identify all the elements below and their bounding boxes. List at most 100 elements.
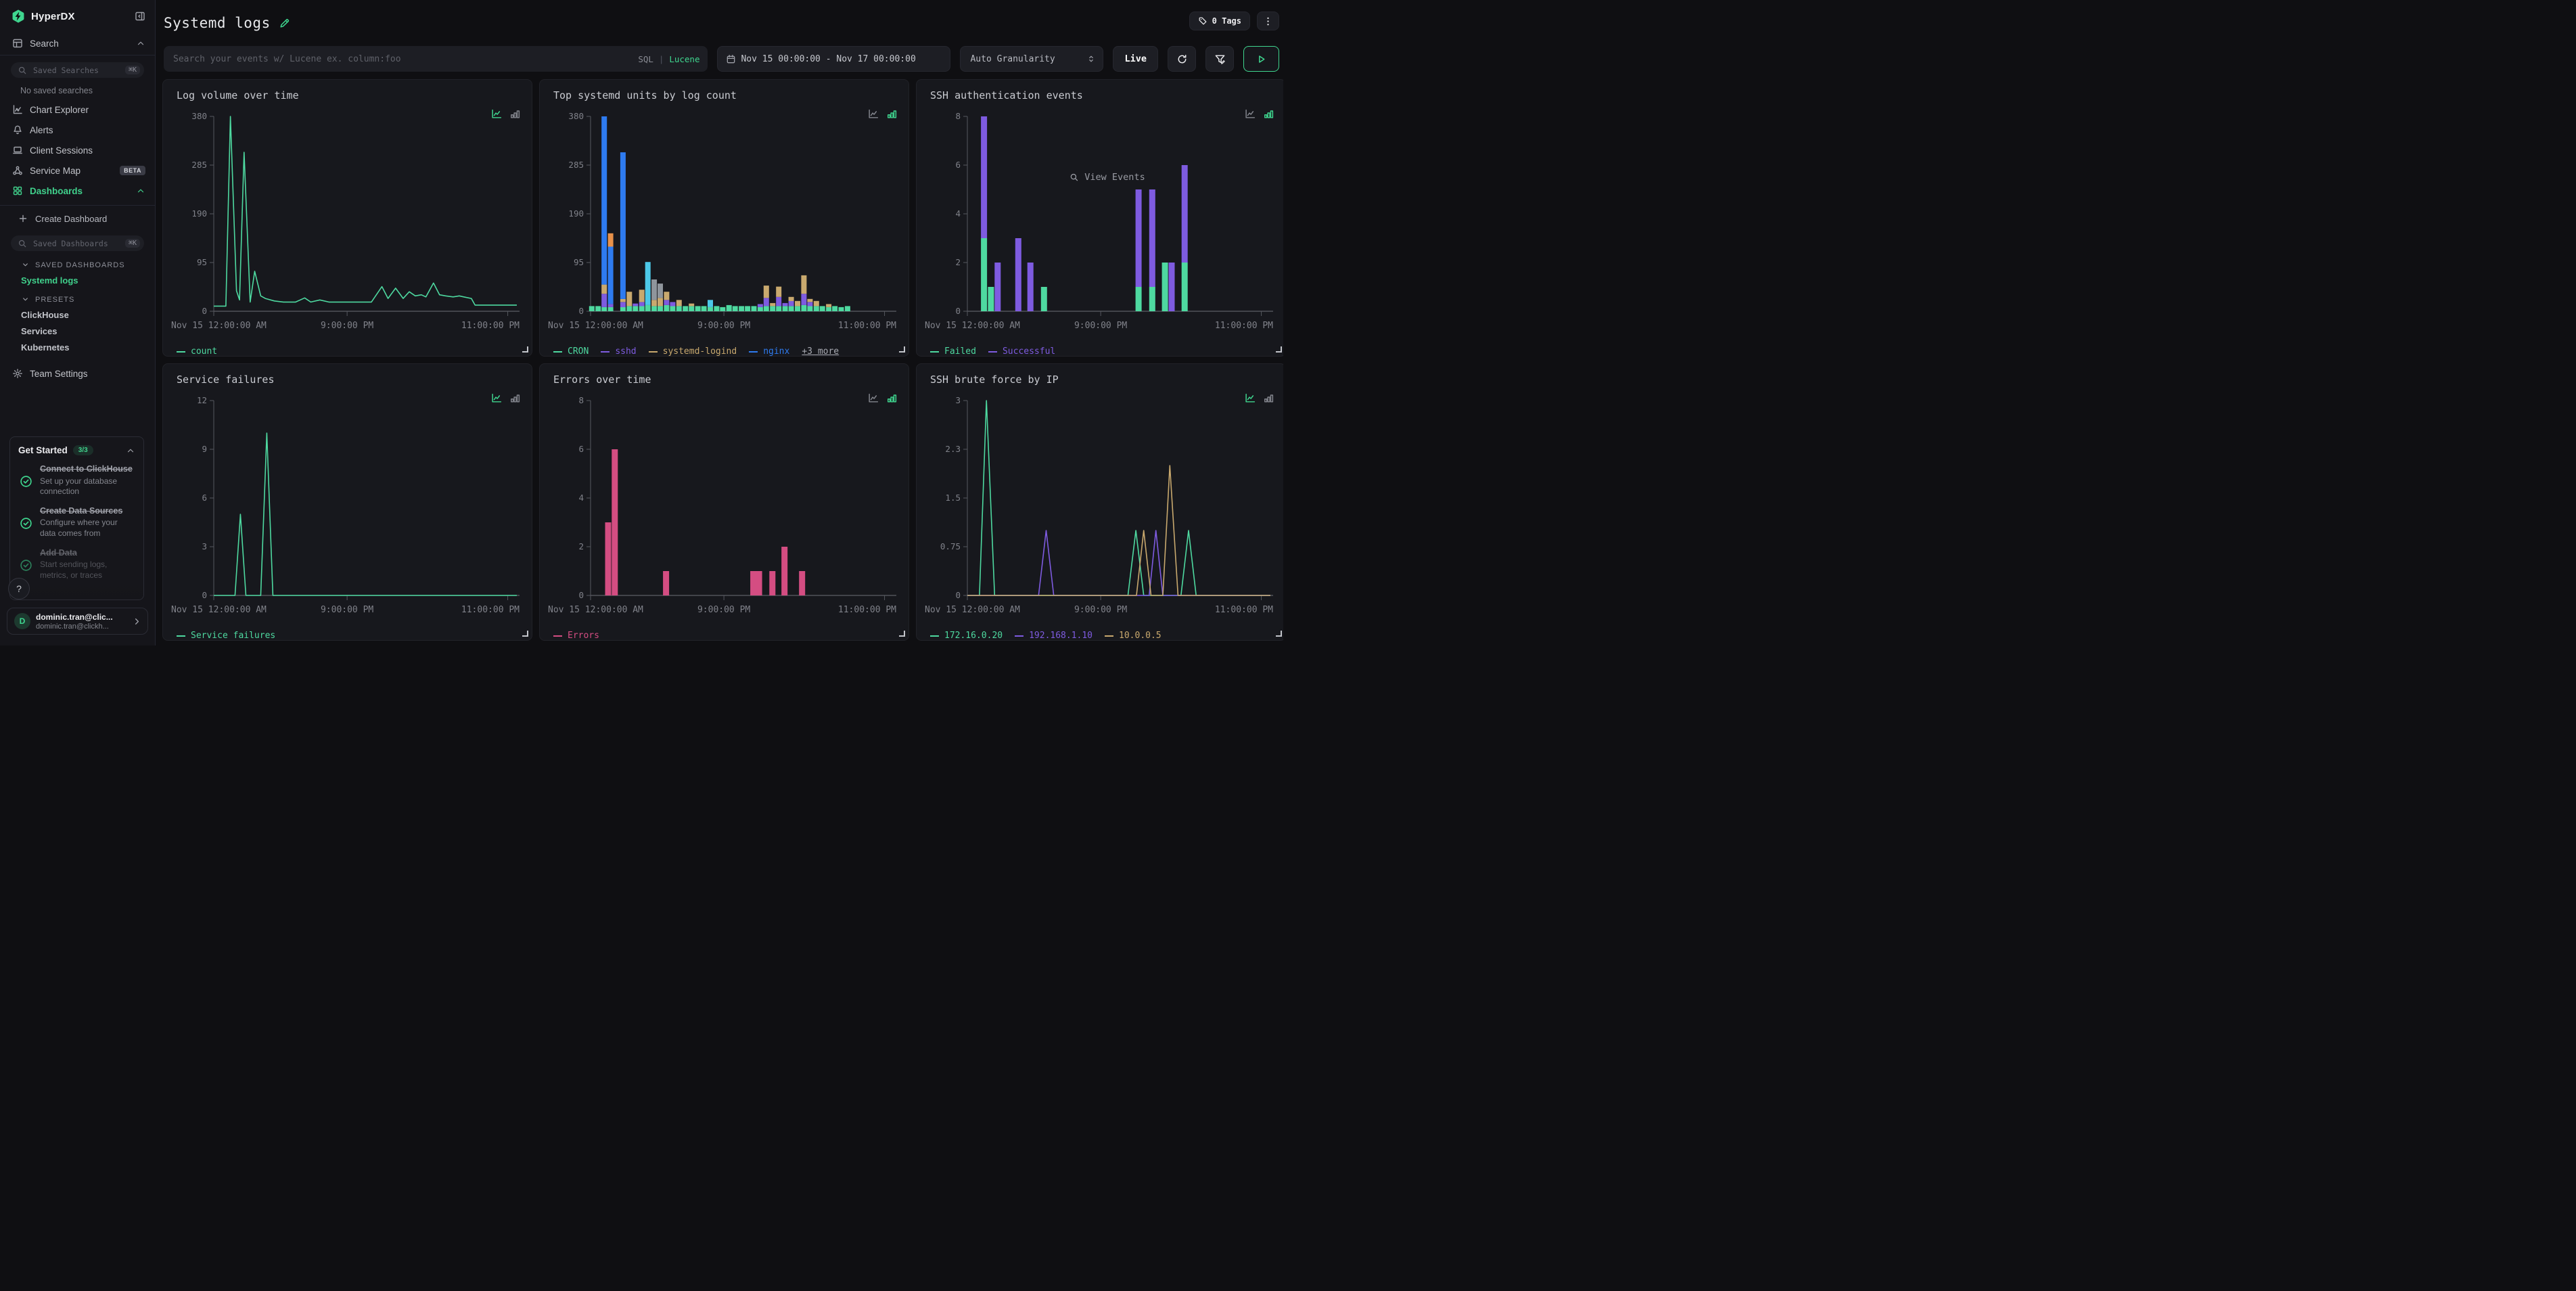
chart-plot-area[interactable]: 380285190950Nov 15 12:00:00 AM9:00:00 PM… <box>177 111 520 336</box>
chart-svg[interactable]: 86420Nov 15 12:00:00 AM9:00:00 PM11:00:0… <box>930 111 1273 336</box>
granularity-select[interactable]: Auto Granularity <box>960 46 1103 72</box>
bar-chart-toggle-icon[interactable] <box>886 108 898 122</box>
collapse-sidebar-icon[interactable] <box>135 11 145 22</box>
legend-item-172-16-0-20[interactable]: 172.16.0.20 <box>930 631 1003 641</box>
beta-badge: BETA <box>120 166 145 175</box>
preset-clickhouse[interactable]: ClickHouse <box>0 304 155 320</box>
filter-button[interactable] <box>1205 46 1234 72</box>
legend-item-failed[interactable]: Failed <box>930 346 976 357</box>
chart-plot-area[interactable]: 32.31.50.750Nov 15 12:00:00 AM9:00:00 PM… <box>930 395 1273 620</box>
bar-chart-toggle-icon[interactable] <box>1263 392 1274 406</box>
get-started-item[interactable]: Connect to ClickHouseSet up your databas… <box>18 464 135 497</box>
preset-kubernetes[interactable]: Kubernetes <box>0 336 155 353</box>
legend-label: CRON <box>568 346 589 357</box>
legend-item-192-168-1-10[interactable]: 192.168.1.10 <box>1015 631 1092 641</box>
svg-text:6: 6 <box>202 493 207 503</box>
run-query-button[interactable] <box>1243 46 1279 72</box>
sidebar-item-service-map[interactable]: Service MapBETA <box>0 160 155 181</box>
chart-svg[interactable]: 86420Nov 15 12:00:00 AM9:00:00 PM11:00:0… <box>553 395 896 620</box>
chart-plot-area[interactable]: 129630Nov 15 12:00:00 AM9:00:00 PM11:00:… <box>177 395 520 620</box>
chart-plot-area[interactable]: 380285190950Nov 15 12:00:00 AM9:00:00 PM… <box>553 111 896 336</box>
chart-plot-area[interactable]: 86420Nov 15 12:00:00 AM9:00:00 PM11:00:0… <box>930 111 1273 336</box>
line-chart-toggle-icon[interactable] <box>1245 108 1256 122</box>
legend-item-service-failures[interactable]: Service failures <box>177 631 275 641</box>
chevron-up-icon[interactable] <box>136 39 145 48</box>
line-chart-toggle-icon[interactable] <box>1245 392 1256 406</box>
presets-header[interactable]: PRESETS <box>0 286 155 304</box>
saved-dashboards-search[interactable]: ⌘K <box>11 235 144 251</box>
card-resize-handle[interactable] <box>899 346 905 353</box>
sidebar-item-alerts[interactable]: Alerts <box>0 120 155 140</box>
user-menu[interactable]: D dominic.tran@clic... dominic.tran@clic… <box>7 608 148 635</box>
saved-searches-search[interactable]: ⌘K <box>11 62 144 78</box>
sidebar-item-client-sessions[interactable]: Client Sessions <box>0 140 155 160</box>
create-dashboard-button[interactable]: Create Dashboard <box>0 208 155 229</box>
bar-chart-toggle-icon[interactable] <box>886 392 898 406</box>
lucene-toggle[interactable]: Lucene <box>669 54 699 64</box>
language-separator: | <box>660 54 662 64</box>
bar-segment <box>750 571 756 595</box>
legend-item-nginx[interactable]: nginx <box>749 346 789 357</box>
chart-svg[interactable]: 32.31.50.750Nov 15 12:00:00 AM9:00:00 PM… <box>930 395 1273 620</box>
series-172.16.0.20 <box>967 401 1270 595</box>
line-chart-toggle-icon[interactable] <box>868 392 879 406</box>
legend-item-10-0-0-5[interactable]: 10.0.0.5 <box>1105 631 1162 641</box>
date-range-picker[interactable]: Nov 15 00:00:00 - Nov 17 00:00:00 <box>717 46 950 72</box>
chart-svg[interactable]: 380285190950Nov 15 12:00:00 AM9:00:00 PM… <box>177 111 520 336</box>
chart-plot-area[interactable]: 86420Nov 15 12:00:00 AM9:00:00 PM11:00:0… <box>553 395 896 620</box>
bar-chart-toggle-icon[interactable] <box>509 108 521 122</box>
get-started-item[interactable]: Create Data SourcesConfigure where your … <box>18 506 135 539</box>
card-resize-handle[interactable] <box>1276 631 1282 637</box>
line-chart-toggle-icon[interactable] <box>868 108 879 122</box>
chart-svg[interactable]: 129630Nov 15 12:00:00 AM9:00:00 PM11:00:… <box>177 395 520 620</box>
legend-item-successful[interactable]: Successful <box>988 346 1055 357</box>
card-resize-handle[interactable] <box>899 631 905 637</box>
sidebar-item-label: Chart Explorer <box>30 105 145 115</box>
chart-legend: Service failures <box>177 631 520 641</box>
saved-dashboards-header[interactable]: SAVED DASHBOARDS <box>0 251 155 269</box>
event-search-box[interactable]: SQL | Lucene <box>164 46 708 72</box>
live-button[interactable]: Live <box>1113 46 1158 72</box>
legend-more-link[interactable]: +3 more <box>802 346 839 357</box>
legend-item-cron[interactable]: CRON <box>553 346 589 357</box>
preset-services[interactable]: Services <box>0 320 155 336</box>
more-options-button[interactable] <box>1257 12 1279 30</box>
bar-chart-toggle-icon[interactable] <box>1263 108 1274 122</box>
card-resize-handle[interactable] <box>1276 346 1282 353</box>
card-resize-handle[interactable] <box>522 346 528 353</box>
saved-dashboard-systemd-logs[interactable]: Systemd logs <box>0 269 155 286</box>
card-resize-handle[interactable] <box>522 631 528 637</box>
sidebar-item-search[interactable]: Search <box>0 33 155 53</box>
tags-button[interactable]: 0 Tags <box>1189 12 1250 30</box>
bar-chart-toggle-icon[interactable] <box>509 392 521 406</box>
event-search-input[interactable] <box>172 53 631 65</box>
saved-searches-input[interactable] <box>32 65 120 76</box>
chart-svg[interactable]: 380285190950Nov 15 12:00:00 AM9:00:00 PM… <box>553 111 896 336</box>
line-chart-toggle-icon[interactable] <box>491 108 503 122</box>
sql-toggle[interactable]: SQL <box>638 54 653 64</box>
view-events-link[interactable]: View Events <box>1069 172 1145 183</box>
bar-segment <box>620 299 626 302</box>
sidebar-item-dashboards[interactable]: Dashboards <box>0 181 155 201</box>
saved-dashboards-input[interactable] <box>32 238 120 249</box>
series-count <box>214 116 517 306</box>
refresh-button[interactable] <box>1168 46 1196 72</box>
sidebar-item-chart-explorer[interactable]: Chart Explorer <box>0 99 155 120</box>
legend-item-errors[interactable]: Errors <box>553 631 599 641</box>
sidebar-item-team-settings[interactable]: Team Settings <box>0 363 155 384</box>
get-started-item[interactable]: Add DataStart sending logs, metrics, or … <box>18 548 135 581</box>
help-button[interactable]: ? <box>8 578 30 599</box>
legend-item-systemd-logind[interactable]: systemd-logind <box>649 346 737 357</box>
edit-title-pencil-icon[interactable] <box>279 18 290 29</box>
legend-item-sshd[interactable]: sshd <box>601 346 636 357</box>
line-chart-toggle-icon[interactable] <box>491 392 503 406</box>
chevron-up-icon[interactable] <box>126 446 135 455</box>
chevron-up-icon[interactable] <box>136 186 145 196</box>
bar-segment <box>845 306 850 311</box>
legend-item-count[interactable]: count <box>177 346 217 357</box>
chart-view-toggle <box>868 392 898 406</box>
calendar-icon <box>726 54 736 64</box>
bar-segment <box>801 294 806 305</box>
bar-segment <box>605 522 612 595</box>
bar-segment <box>758 307 763 311</box>
